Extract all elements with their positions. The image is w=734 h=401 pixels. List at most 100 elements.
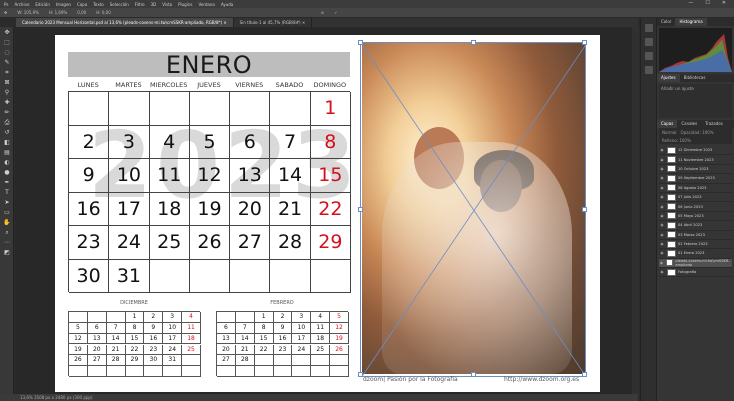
eye-icon[interactable]: ◉ xyxy=(659,195,665,199)
shape-tool-icon[interactable]: ▭ xyxy=(3,209,11,217)
healing-tool-icon[interactable]: ✚ xyxy=(3,99,11,107)
stamp-tool-icon[interactable]: ⎙ xyxy=(3,119,11,127)
cancel-transform-icon[interactable]: ⊘ xyxy=(321,10,324,15)
height-field[interactable]: H: 1,69% xyxy=(49,10,67,15)
tab-calendario[interactable]: Calendario 2023 Mensual Horizontal.psd a… xyxy=(16,18,234,27)
width-field[interactable]: W: 105,9% xyxy=(17,10,39,15)
eyedropper-tool-icon[interactable]: ⚲ xyxy=(3,89,11,97)
transform-handle[interactable] xyxy=(471,372,476,377)
layer-row[interactable]: ◉ 11 Noviembre 2023 xyxy=(659,155,732,165)
transform-handle[interactable] xyxy=(582,40,587,45)
frame-tool-icon[interactable]: ⊠ xyxy=(3,79,11,87)
move-tool-icon[interactable]: ✥ xyxy=(4,10,7,15)
menu-item[interactable]: Archivo xyxy=(14,2,29,7)
tab-libraries[interactable]: Bibliotecas xyxy=(680,74,710,82)
type-tool-icon[interactable]: T xyxy=(3,189,11,197)
eye-icon[interactable]: ◉ xyxy=(659,158,665,162)
layer-row[interactable]: ◉ 07 Julio 2023 xyxy=(659,193,732,203)
maximize-icon[interactable]: ☐ xyxy=(705,0,709,6)
lasso-tool-icon[interactable]: ◌ xyxy=(3,49,11,57)
transform-handle[interactable] xyxy=(471,40,476,45)
mini-day-cell xyxy=(125,366,145,377)
menu-item[interactable]: Filtro xyxy=(135,2,145,7)
menu-item[interactable]: Vista xyxy=(162,2,172,7)
quick-select-tool-icon[interactable]: ✎ xyxy=(3,59,11,67)
fill-field[interactable]: Relleno: 100% xyxy=(662,138,691,143)
layer-row[interactable]: ◉ 08 Agosto 2023 xyxy=(659,184,732,193)
eye-icon[interactable]: ◉ xyxy=(659,186,665,190)
history-brush-icon[interactable]: ↺ xyxy=(3,129,11,137)
eye-icon[interactable]: ◉ xyxy=(659,242,665,246)
skew-field[interactable]: H: 0,00 xyxy=(96,10,111,15)
move-tool-icon[interactable]: ✥ xyxy=(3,29,11,37)
layer-row[interactable]: ◉ 10 Octubre 2023 xyxy=(659,165,732,175)
tab-adjustments[interactable]: Ajustes xyxy=(657,74,680,82)
ps-logo-icon[interactable]: Ps xyxy=(4,2,8,7)
close-icon[interactable]: ✕ xyxy=(722,0,726,6)
menu-item[interactable]: Imagen xyxy=(56,2,71,7)
layer-row[interactable]: ◉ 12 Diciembre 2023 xyxy=(659,146,732,156)
transform-handle[interactable] xyxy=(582,372,587,377)
opacity-field[interactable]: Opacidad: 100% xyxy=(680,130,713,135)
pen-tool-icon[interactable]: ✒ xyxy=(3,179,11,187)
crop-tool-icon[interactable]: ⌗ xyxy=(3,69,11,77)
menu-item[interactable]: Texto xyxy=(93,2,104,7)
eye-icon[interactable]: ◉ xyxy=(659,148,665,152)
eye-icon[interactable]: ◉ xyxy=(659,251,665,255)
marquee-tool-icon[interactable]: ⬚ xyxy=(3,39,11,47)
menu-item[interactable]: Ventana xyxy=(198,2,214,7)
eye-icon[interactable]: ◉ xyxy=(659,214,665,218)
transform-bounding-box[interactable] xyxy=(358,40,587,377)
transform-handle[interactable] xyxy=(582,207,587,212)
tab-sin-titulo[interactable]: Sin título-1 al 45,7% (RGB/8#) × xyxy=(234,18,313,27)
menu-item[interactable]: Capa xyxy=(77,2,87,7)
layer-row[interactable]: ◉ 01 Enero 2023 xyxy=(659,249,732,259)
tab-channels[interactable]: Canales xyxy=(677,120,701,128)
menu-item[interactable]: 3D xyxy=(151,2,157,7)
tab-color[interactable]: Color xyxy=(657,18,675,26)
transform-handle[interactable] xyxy=(358,40,363,45)
layer-row[interactable]: ◉ pleads-cosens-mi.tw\cmSSKR-ampliado xyxy=(659,258,732,269)
menu-item[interactable]: Plugins xyxy=(178,2,192,7)
properties-panel-icon[interactable] xyxy=(645,38,653,46)
path-select-tool-icon[interactable]: ➤ xyxy=(3,199,11,207)
layer-row[interactable]: ◉ 04 Abril 2023 xyxy=(659,221,732,231)
eye-icon[interactable]: ◉ xyxy=(659,223,665,227)
layer-row[interactable]: ◉ Fotografía xyxy=(659,268,732,278)
layer-row[interactable]: ◉ 06 Junio 2023 xyxy=(659,202,732,212)
blur-tool-icon[interactable]: ◐ xyxy=(3,159,11,167)
dodge-tool-icon[interactable]: ● xyxy=(3,169,11,177)
eraser-tool-icon[interactable]: ◧ xyxy=(3,139,11,147)
more-tools-icon[interactable]: ⋯ xyxy=(3,239,11,247)
eye-icon[interactable]: ◉ xyxy=(659,270,665,274)
angle-field[interactable]: 0,00 xyxy=(77,10,86,15)
swatches-panel-icon[interactable] xyxy=(645,52,653,60)
tab-histogram[interactable]: Histograma xyxy=(675,18,707,26)
eye-icon[interactable]: ◉ xyxy=(659,167,665,171)
blend-mode-select[interactable]: Normal xyxy=(662,130,676,135)
history-panel-icon[interactable] xyxy=(645,24,653,32)
color-swatch-icon[interactable]: ◩ xyxy=(3,249,11,257)
scrollbar[interactable] xyxy=(632,27,639,394)
tab-paths[interactable]: Trazados xyxy=(701,120,727,128)
hand-tool-icon[interactable]: ✋ xyxy=(3,219,11,227)
transform-handle[interactable] xyxy=(358,207,363,212)
eye-icon[interactable]: ◉ xyxy=(659,176,665,180)
menu-item[interactable]: Ayuda xyxy=(221,2,233,7)
tab-layers[interactable]: Capas xyxy=(657,120,678,128)
eye-icon[interactable]: ◉ xyxy=(659,233,665,237)
layer-row[interactable]: ◉ 03 Marzo 2023 xyxy=(659,231,732,240)
gradient-tool-icon[interactable]: ▤ xyxy=(3,149,11,157)
commit-transform-icon[interactable]: ✓ xyxy=(334,10,337,15)
eye-icon[interactable]: ◉ xyxy=(659,205,665,209)
layer-row[interactable]: ◉ 05 Mayo 2023 xyxy=(659,212,732,222)
layer-row[interactable]: ◉ 02 Febrero 2023 xyxy=(659,240,732,250)
eye-icon[interactable]: ◉ xyxy=(659,261,664,265)
brush-panel-icon[interactable] xyxy=(645,66,653,74)
layer-row[interactable]: ◉ 09 Septiembre 2023 xyxy=(659,174,732,184)
menu-item[interactable]: Edición xyxy=(35,2,49,7)
brush-tool-icon[interactable]: ✏ xyxy=(3,109,11,117)
zoom-tool-icon[interactable]: ⌕ xyxy=(3,229,11,237)
menu-item[interactable]: Selección xyxy=(110,2,129,7)
minimize-icon[interactable]: — xyxy=(688,0,693,6)
